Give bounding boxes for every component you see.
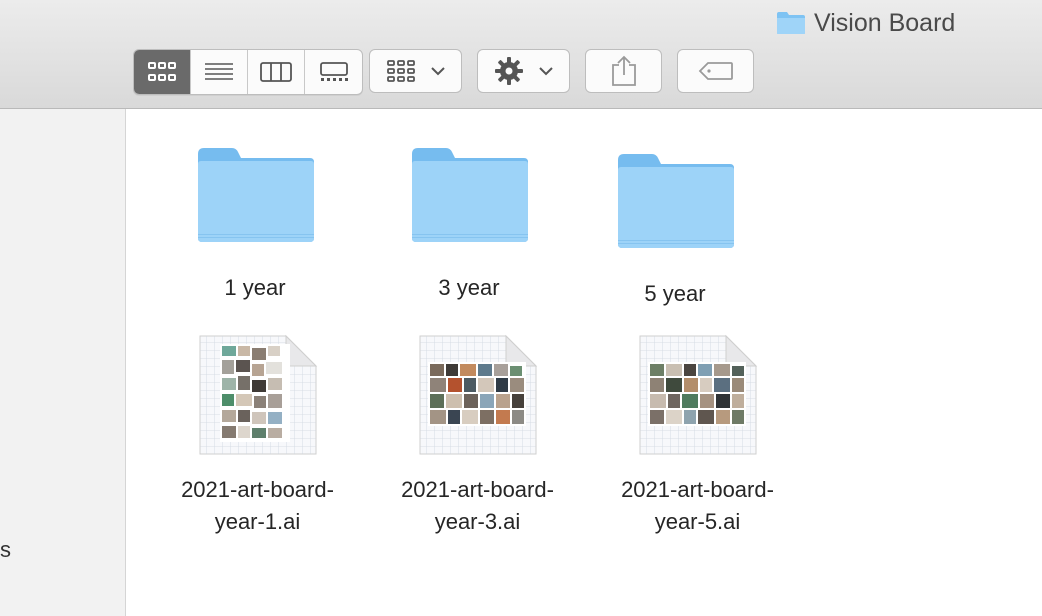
file-name-line-1: 2021-art-board- <box>181 477 334 502</box>
gallery-icon <box>319 62 348 81</box>
folder-item[interactable]: 5 year <box>595 148 755 318</box>
folder-name: 1 year <box>224 275 286 300</box>
folder-item[interactable]: 3 year <box>389 142 549 312</box>
file-name-line-2: year-1.ai <box>214 509 301 534</box>
tags-button[interactable] <box>677 49 754 93</box>
gear-icon <box>494 57 523 85</box>
illustrator-document-icon <box>639 334 758 455</box>
folder-icon <box>412 148 528 242</box>
illustrator-document-icon <box>199 334 318 455</box>
list-icon <box>205 63 233 80</box>
sidebar <box>0 109 126 616</box>
file-item[interactable]: 2021-art-board- year-1.ai <box>160 334 355 544</box>
tag-icon <box>698 62 733 80</box>
file-name-line-2: year-5.ai <box>654 509 741 534</box>
sidebar-item-label[interactable]: s <box>0 537 11 563</box>
view-mode-segmented-control <box>133 49 363 95</box>
folder-icon <box>198 148 314 242</box>
file-name-line-1: 2021-art-board- <box>401 477 554 502</box>
toolbar: Vision Board <box>0 0 1042 109</box>
grid-icon <box>386 60 415 82</box>
file-item[interactable]: 2021-art-board- year-5.ai <box>600 334 795 544</box>
group-by-button[interactable] <box>369 49 462 93</box>
file-name-line-2: year-3.ai <box>434 509 521 534</box>
column-view-button[interactable] <box>248 50 305 94</box>
file-name-line-1: 2021-art-board- <box>621 477 774 502</box>
folder-name: 5 year <box>644 281 706 306</box>
gallery-view-button[interactable] <box>305 50 362 94</box>
illustrator-document-icon <box>419 334 538 455</box>
window-title: Vision Board <box>776 6 955 40</box>
columns-icon <box>260 62 292 82</box>
folder-icon <box>618 154 734 248</box>
window-title-text: Vision Board <box>814 8 956 37</box>
file-item[interactable]: 2021-art-board- year-3.ai <box>380 334 575 544</box>
share-icon <box>611 55 636 86</box>
folder-item[interactable]: 1 year <box>175 142 335 312</box>
chevron-down-icon <box>430 67 445 76</box>
folder-icon <box>777 12 805 34</box>
folder-name: 3 year <box>438 275 500 300</box>
action-button[interactable] <box>477 49 570 93</box>
grid-icon <box>148 62 176 81</box>
share-button[interactable] <box>585 49 662 93</box>
icon-view-button[interactable] <box>134 50 191 94</box>
chevron-down-icon <box>538 67 553 76</box>
list-view-button[interactable] <box>191 50 248 94</box>
